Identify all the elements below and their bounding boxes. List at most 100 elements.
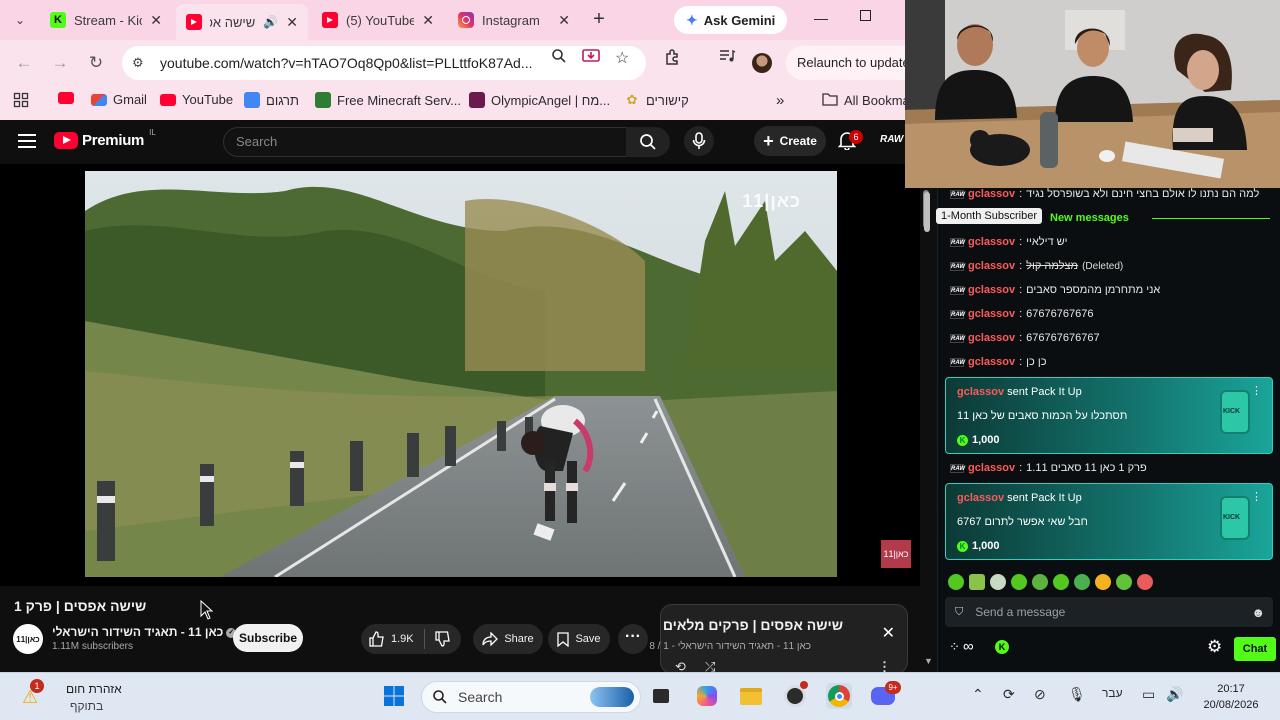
network-off-icon[interactable]: ⊘ [1034,686,1046,703]
bookmark-translate[interactable]: תרגום [244,92,299,108]
scroll-down-arrow-icon[interactable]: ▼ [924,656,933,666]
forward-arrow-icon[interactable]: → [49,52,71,74]
kick-k-icon[interactable]: K [995,640,1009,654]
emote-icon[interactable] [1011,574,1027,590]
emote-icon[interactable] [1116,574,1132,590]
tab-close-icon[interactable]: ✕ [558,12,570,29]
input-language-indicator[interactable]: עבר [1102,686,1123,700]
account-avatar[interactable]: RAW [880,134,903,145]
dislike-button[interactable] [425,631,461,647]
new-messages-label[interactable]: New messages [1050,212,1129,224]
zoom-search-icon[interactable] [551,48,567,68]
search-input[interactable]: Search [223,127,627,157]
chat-username[interactable]: gclassov [968,188,1015,200]
video-player[interactable]: כאן|11 כאן|11 [0,164,920,586]
apps-grid-icon[interactable] [13,92,29,108]
gift-username[interactable]: gclassov [957,386,1004,398]
bookmark-minecraft[interactable]: Free Minecraft Serv... [315,92,461,108]
tray-overflow-chevron-icon[interactable]: ⌃ [972,686,984,703]
emote-icon[interactable] [1032,574,1048,590]
emote-icon[interactable] [969,574,985,590]
settings-gear-icon[interactable]: ⚙ [1207,637,1222,657]
infinity-icon[interactable]: ∞ [963,638,974,655]
save-button[interactable]: Save [548,624,610,654]
media-control-icon[interactable] [718,48,736,68]
bookmark-youtube[interactable]: YouTube [160,92,233,107]
more-actions-icon[interactable]: ··· [618,624,648,654]
emote-icon[interactable] [1053,574,1069,590]
display-icon[interactable]: ▭ [1142,686,1155,703]
file-explorer-icon[interactable] [738,683,764,709]
tab-youtube-active[interactable]: שישה אפ 🔊 ✕ [176,4,308,40]
chat-username[interactable]: gclassov [968,236,1015,248]
send-chat-button[interactable]: Chat [1234,637,1276,661]
install-app-icon[interactable] [582,48,600,68]
bookmark-all-bookmarks[interactable]: All Bookma [822,92,910,109]
url-text[interactable]: youtube.com/watch?v=hTAO7Oq8Qp0&list=PLL… [160,55,540,71]
channel-branding-badge[interactable]: כאן|11 [881,540,911,568]
playlist-menu-icon[interactable]: ⋮ [878,659,891,672]
gift-username[interactable]: gclassov [957,492,1004,504]
volume-speaker-icon[interactable]: 🔊 [1166,686,1183,703]
address-bar[interactable]: ⚙ youtube.com/watch?v=hTAO7Oq8Qp0&list=P… [122,46,646,80]
audio-playing-icon[interactable]: 🔊 [263,15,278,29]
maximize-icon[interactable] [860,8,871,24]
weather-widget[interactable]: ⚠ 1 אזהרת חום בתוקף [18,679,128,715]
subscribe-button[interactable]: Subscribe [233,624,303,652]
share-button[interactable]: Share [473,624,543,654]
bookmark-gmail[interactable]: Gmail [91,92,147,107]
bookmark-olympicangel[interactable]: OlympicAngel | מח... [469,92,610,108]
microphone-tray-icon[interactable]: 🎙 [1068,686,1086,703]
tab-instagram[interactable]: Instagram ✕ [448,6,580,34]
close-playlist-icon[interactable]: ✕ [882,623,895,643]
like-button[interactable]: 1.9K [361,631,424,647]
obs-app-icon[interactable] [782,681,808,709]
bookmark-links[interactable]: ✿ קישורים [624,92,689,108]
tab-kick[interactable]: K Stream - Kic ✕ [40,6,172,34]
chat-scrollbar[interactable] [924,192,930,232]
reload-icon[interactable]: ↻ [85,52,107,74]
minimize-icon[interactable]: — [814,10,828,26]
back-arrow-icon[interactable]: ← [13,52,35,74]
search-button[interactable] [626,127,670,157]
tab-close-icon[interactable]: ✕ [422,12,434,29]
clock[interactable]: 20:17 20/08/2026 [1200,681,1262,713]
tab-close-icon[interactable]: ✕ [150,12,162,29]
chrome-app-icon[interactable] [826,683,852,709]
profile-avatar[interactable] [752,53,772,73]
emote-icon[interactable] [990,574,1006,590]
create-button[interactable]: + Create [754,126,826,156]
chat-username[interactable]: gclassov [968,308,1015,320]
bookmark-star-icon[interactable]: ☆ [615,48,629,68]
taskbar-search-box[interactable]: Search [421,681,641,713]
emote-icon[interactable] [948,574,964,590]
emote-icon[interactable] [1074,574,1090,590]
tab-search-button[interactable]: ⌄ [8,8,32,32]
gift-menu-icon[interactable]: ⋮ [1251,384,1262,397]
task-view-icon[interactable] [648,683,674,709]
chat-username[interactable]: gclassov [968,462,1015,474]
bookmark-youtube-icon-only[interactable] [58,92,74,104]
new-tab-button[interactable]: + [588,9,610,31]
playlist-title[interactable]: שישה אפסים | פרקים מלאים [663,617,843,633]
relaunch-to-update-button[interactable]: Relaunch to update [786,46,910,80]
site-info-icon[interactable]: ⚙ [132,55,148,71]
channel-name[interactable]: כאן 11 - תאגיד השידור הישראלי ✓ [52,625,237,639]
sync-icon[interactable]: ⟳ [1003,686,1015,703]
youtube-premium-logo[interactable]: Premium IL [54,128,156,149]
extensions-puzzle-icon[interactable] [664,48,682,70]
chat-message-input[interactable]: ⛉ Send a message ☻ [945,597,1273,627]
bookmarks-overflow-button[interactable]: » [776,92,784,109]
chat-username[interactable]: gclassov [968,260,1015,272]
video-frame[interactable]: כאן|11 [85,171,837,577]
emote-icon[interactable] [1137,574,1153,590]
chat-username[interactable]: gclassov [968,332,1015,344]
ask-gemini-button[interactable]: ✦ Ask Gemini [674,6,788,34]
gift-menu-icon[interactable]: ⋮ [1251,490,1262,503]
loop-icon[interactable]: ⟲ [675,659,686,672]
windows-start-icon[interactable] [381,683,407,709]
emote-icon[interactable] [1095,574,1111,590]
copilot-icon[interactable] [694,683,720,709]
page-scrollbar[interactable] [922,184,930,664]
emoji-icon[interactable]: ☻ [1251,605,1265,620]
